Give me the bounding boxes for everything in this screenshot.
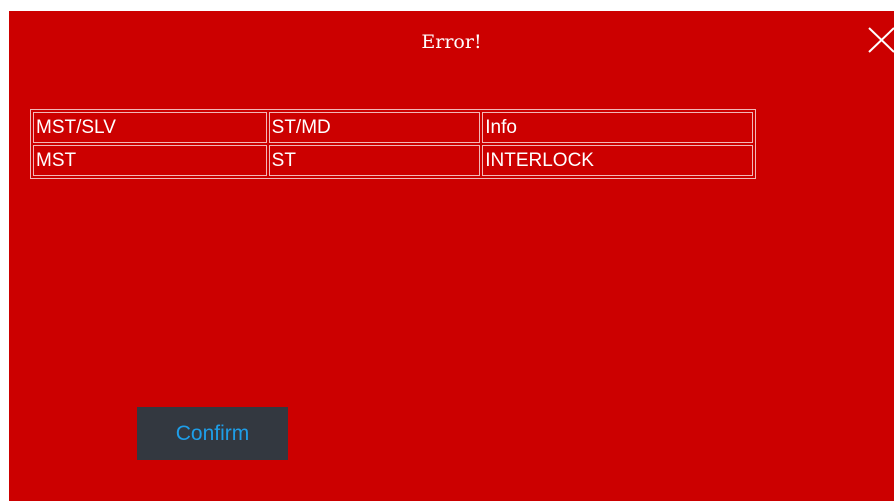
close-icon [868, 27, 894, 53]
error-table: MST/SLV ST/MD Info MST ST INTERLOCK [30, 109, 756, 179]
confirm-button[interactable]: Confirm [137, 407, 288, 460]
error-dialog: Error! MST/SLV ST/MD Info MST ST INTERLO… [9, 11, 894, 501]
close-button[interactable] [867, 26, 894, 54]
dialog-title: Error! [421, 31, 482, 53]
header-cell: ST/MD [268, 112, 481, 143]
table-row: MST ST INTERLOCK [33, 145, 753, 176]
header-cell: Info [482, 112, 753, 143]
table-header-row: MST/SLV ST/MD Info [33, 112, 753, 143]
table-cell: ST [268, 145, 481, 176]
table-cell: MST [33, 145, 267, 176]
header-cell: MST/SLV [33, 112, 267, 143]
table-cell: INTERLOCK [482, 145, 753, 176]
